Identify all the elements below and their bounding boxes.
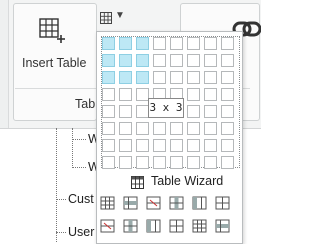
grid-cell[interactable] (204, 105, 217, 118)
tree-line (56, 128, 57, 242)
grid-cell[interactable] (204, 139, 217, 152)
grid-cell[interactable] (170, 122, 183, 135)
grid-cell[interactable] (136, 71, 149, 84)
size-tooltip: 3 x 3 (148, 98, 184, 118)
group-label: Tab (75, 97, 96, 111)
grid-cell[interactable] (170, 71, 183, 84)
grid-cell[interactable] (170, 54, 183, 67)
grid-cell[interactable] (153, 37, 166, 50)
table-properties-icon[interactable] (100, 195, 116, 211)
table-picker-dropdown: 3 x 3 Table Wizard (96, 31, 243, 244)
grid-cell[interactable] (136, 122, 149, 135)
grid-cell[interactable] (170, 139, 183, 152)
grid-cell[interactable] (136, 139, 149, 152)
grid-cell[interactable] (187, 54, 200, 67)
grid-cell[interactable] (102, 88, 115, 101)
tree-connector (56, 232, 66, 233)
grid-cell[interactable] (187, 37, 200, 50)
grid-cell[interactable] (136, 156, 149, 169)
table-grid-icon (100, 12, 112, 24)
tree-connector (72, 167, 86, 168)
grid-cell[interactable] (170, 156, 183, 169)
grid-cell[interactable] (102, 156, 115, 169)
grid-cell[interactable] (204, 88, 217, 101)
table-tools-row-1 (100, 195, 240, 213)
grid-cell[interactable] (153, 54, 166, 67)
grid-cell[interactable] (204, 54, 217, 67)
grid-cell[interactable] (187, 105, 200, 118)
grid-cell[interactable] (102, 122, 115, 135)
tree-item[interactable]: Cust (68, 192, 94, 206)
table-tools-row-2 (100, 218, 240, 236)
grid-cell[interactable] (119, 37, 132, 50)
grid-cell[interactable] (119, 122, 132, 135)
insert-column-icon[interactable] (169, 195, 185, 211)
grid-cell[interactable] (102, 71, 115, 84)
grid-cell[interactable] (102, 54, 115, 67)
align-table-icon[interactable] (169, 218, 185, 234)
grid-cell[interactable] (170, 37, 183, 50)
grid-cell[interactable] (136, 37, 149, 50)
delete-row-icon[interactable] (146, 195, 162, 211)
grid-cell[interactable] (119, 156, 132, 169)
grid-cell[interactable] (221, 156, 234, 169)
grid-cell[interactable] (102, 37, 115, 50)
tree-line (72, 128, 73, 168)
insert-column-left-icon[interactable] (100, 218, 116, 234)
grid-cell[interactable] (221, 88, 234, 101)
insert-table-label: Insert Table (22, 56, 87, 70)
grid-cell[interactable] (221, 54, 234, 67)
grid-cell[interactable] (119, 139, 132, 152)
grid-cell[interactable] (187, 139, 200, 152)
grid-cell[interactable] (153, 71, 166, 84)
grid-cell[interactable] (153, 156, 166, 169)
grid-cell[interactable] (153, 122, 166, 135)
insert-table-icon (39, 18, 65, 43)
grid-cell[interactable] (204, 71, 217, 84)
insert-table-button[interactable]: Insert Table (17, 6, 93, 81)
chevron-down-icon: ▼ (115, 10, 125, 21)
grid-cell[interactable] (153, 139, 166, 152)
grid-cell[interactable] (221, 139, 234, 152)
ribbon-left-edge (0, 0, 9, 128)
tree-connector (72, 139, 86, 140)
grid-cell[interactable] (187, 156, 200, 169)
insert-row-icon[interactable] (123, 218, 139, 234)
grid-cell[interactable] (204, 156, 217, 169)
table-wizard-icon (131, 176, 144, 189)
grid-cell[interactable] (187, 88, 200, 101)
grid-cell[interactable] (119, 88, 132, 101)
insert-column-right-icon[interactable] (192, 195, 208, 211)
grid-cell[interactable] (119, 71, 132, 84)
grid-cell[interactable] (204, 37, 217, 50)
grid-cell[interactable] (221, 105, 234, 118)
delete-table-icon[interactable] (192, 218, 208, 234)
grid-cell[interactable] (187, 122, 200, 135)
tree-item[interactable]: User (68, 225, 94, 239)
grid-cell[interactable] (102, 105, 115, 118)
split-cells-icon[interactable] (215, 195, 231, 211)
table-dropdown-button[interactable]: ▼ (97, 6, 133, 28)
table-wizard-label: Table Wizard (151, 174, 224, 188)
grid-cell[interactable] (136, 54, 149, 67)
grid-cell[interactable] (204, 122, 217, 135)
grid-cell[interactable] (221, 37, 234, 50)
table-row-properties-icon[interactable] (123, 195, 139, 211)
grid-cell[interactable] (119, 54, 132, 67)
grid-cell[interactable] (187, 71, 200, 84)
grid-cell[interactable] (119, 105, 132, 118)
grid-cell[interactable] (102, 139, 115, 152)
table-wizard-button[interactable]: Table Wizard (131, 173, 231, 191)
edit-table-icon[interactable] (215, 218, 231, 234)
merge-cells-icon[interactable] (146, 218, 162, 234)
grid-cell[interactable] (221, 122, 234, 135)
tree-connector (56, 199, 66, 200)
grid-cell[interactable] (221, 71, 234, 84)
